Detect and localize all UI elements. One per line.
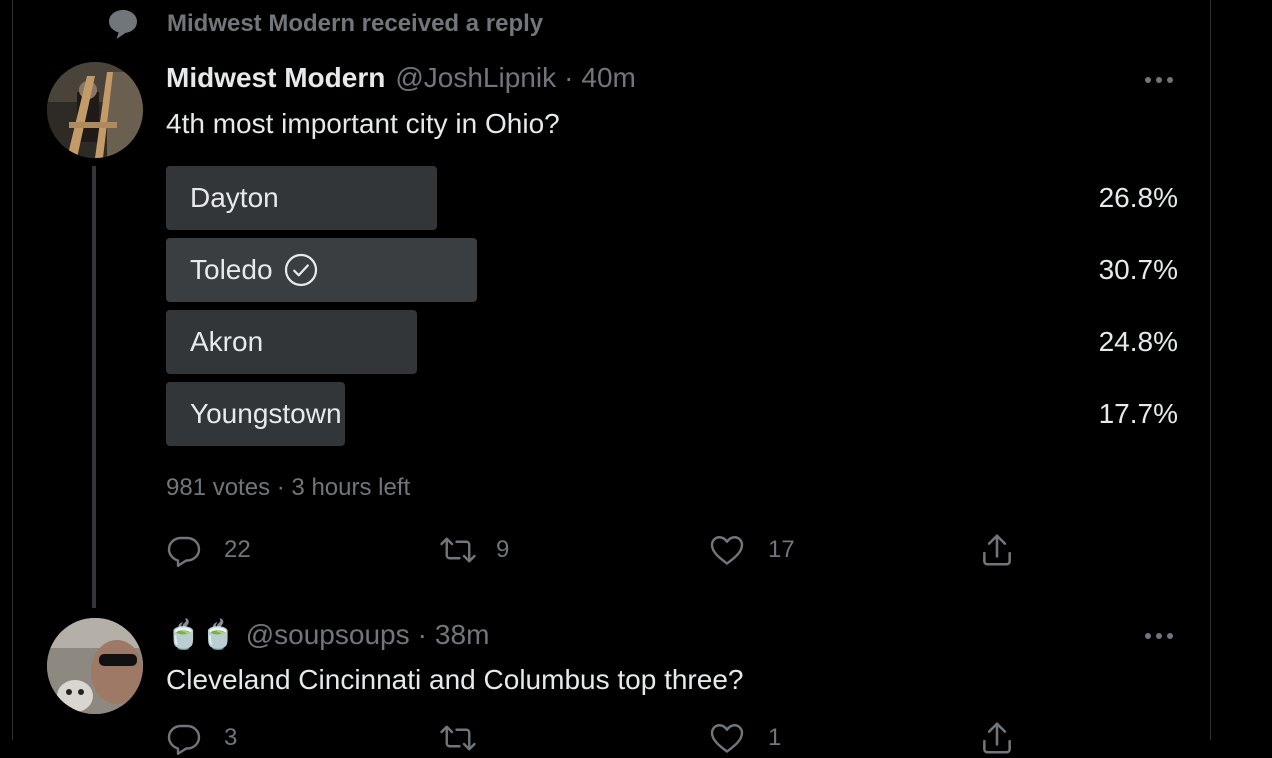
reply-like-count: 1 [768, 724, 782, 751]
tweet-header: Midwest Modern @JoshLipnik · 40m [166, 62, 636, 94]
like-count: 17 [768, 536, 795, 563]
reply-text: Cleveland Cincinnati and Columbus top th… [166, 664, 744, 695]
reply-author-handle[interactable]: @soupsoups [246, 619, 410, 651]
reply-reply-button[interactable]: 3 [166, 718, 237, 758]
reply-share-button[interactable] [978, 718, 1016, 758]
tweet-text: 4th most important city in Ohio? [166, 108, 560, 139]
poll-time-left: 3 hours left [291, 474, 411, 501]
notification-text: Midwest Modern received a reply [167, 10, 544, 37]
reply-like-button[interactable]: 1 [708, 718, 781, 758]
share-icon [978, 531, 1016, 569]
poll-option[interactable]: Youngstown 17.7% [166, 382, 1178, 446]
reply-icon [166, 720, 202, 756]
retweet-icon [438, 720, 478, 756]
author-avatar[interactable] [47, 62, 143, 158]
poll-option-label: Toledo [190, 254, 273, 285]
tweet-actions: 22 9 17 [166, 530, 1026, 570]
notification-context[interactable]: Midwest Modern received a reply [105, 4, 543, 44]
heart-icon [708, 532, 746, 568]
reply-actions: 3 1 [166, 718, 1026, 758]
speech-bubble-icon [105, 6, 141, 42]
poll-option-percent: 26.8% [1098, 182, 1178, 213]
thread-connector-line [92, 166, 96, 608]
reply-timestamp[interactable]: 38m [435, 619, 489, 651]
poll-option-label: Dayton [190, 182, 279, 213]
tweet-timestamp[interactable]: 40m [581, 62, 635, 94]
reply-author-avatar[interactable] [47, 618, 143, 714]
poll-option-label: Akron [190, 326, 264, 357]
reply-count: 22 [224, 536, 251, 563]
heart-icon [708, 720, 746, 756]
poll-votes: 981 votes [166, 474, 271, 501]
reply-author-name[interactable]: 🍵🍵 [166, 618, 236, 651]
poll-option-label-wrap: Toledo [190, 238, 319, 302]
reply-more-options-icon[interactable] [1139, 626, 1179, 646]
poll-meta: 981 votes · 3 hours left [166, 474, 410, 502]
poll-option[interactable]: Toledo 30.7% [166, 238, 1178, 302]
retweet-count: 9 [496, 536, 510, 563]
share-icon [978, 719, 1016, 757]
header-separator: · [564, 62, 574, 93]
timeline-border-right [1210, 0, 1211, 740]
poll-option-percent: 30.7% [1098, 254, 1178, 285]
checkmark-circle-icon [283, 252, 319, 288]
poll: Dayton 26.8% Toledo 30.7% Akron 24.8% Youngsto… [166, 166, 1178, 454]
poll-option-label-wrap: Dayton [190, 166, 279, 230]
poll-option[interactable]: Akron 24.8% [166, 310, 1178, 374]
reply-icon [166, 532, 202, 568]
retweet-icon [438, 532, 478, 568]
reply-header: 🍵🍵 @soupsoups · 38m [166, 618, 489, 651]
share-button[interactable] [978, 530, 1016, 570]
retweet-button[interactable]: 9 [438, 530, 509, 570]
poll-meta-separator: · [276, 474, 285, 501]
author-handle[interactable]: @JoshLipnik [395, 62, 556, 94]
poll-option-percent: 17.7% [1098, 398, 1178, 429]
poll-option[interactable]: Dayton 26.8% [166, 166, 1178, 230]
author-name[interactable]: Midwest Modern [166, 62, 385, 94]
reply-reply-count: 3 [224, 724, 238, 751]
reply-header-separator: · [417, 619, 427, 650]
reply-button[interactable]: 22 [166, 530, 251, 570]
poll-option-label: Youngstown [190, 398, 342, 429]
poll-option-percent: 24.8% [1098, 326, 1178, 357]
reply-retweet-button[interactable] [438, 718, 478, 758]
poll-option-label-wrap: Akron [190, 310, 263, 374]
like-button[interactable]: 17 [708, 530, 795, 570]
more-options-icon[interactable] [1139, 70, 1179, 90]
poll-option-label-wrap: Youngstown [190, 382, 342, 446]
timeline-border-left [12, 0, 13, 740]
